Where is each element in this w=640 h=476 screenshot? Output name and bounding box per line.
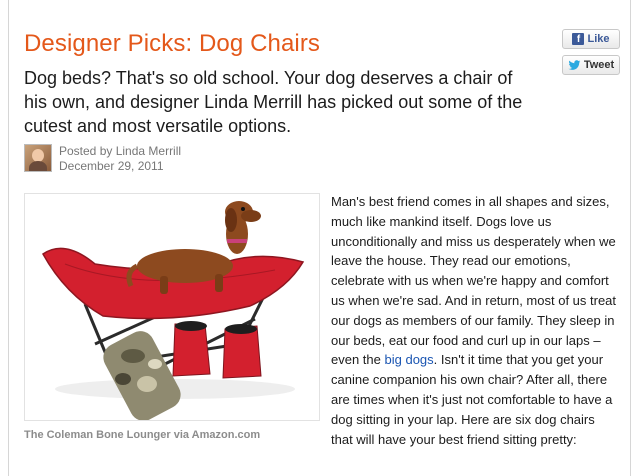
like-label: Like: [587, 33, 610, 45]
byline-author: Posted by Linda Merrill: [59, 144, 182, 158]
article-title: Designer Picks: Dog Chairs: [24, 30, 321, 57]
byline: Posted by Linda Merrill December 29, 201…: [24, 144, 181, 174]
camo-bag: [103, 331, 181, 420]
article-body: Man's best friend comes in all shapes an…: [331, 192, 617, 449]
red-bag-left: [172, 323, 211, 377]
tweet-label: Tweet: [583, 59, 615, 71]
author-avatar[interactable]: [24, 144, 52, 172]
big-dogs-link[interactable]: big dogs: [385, 352, 434, 367]
article-dek: Dog beds? That's so old school. Your dog…: [24, 68, 523, 136]
twitter-bird-icon: [568, 59, 581, 70]
byline-date: December 29, 2011: [59, 159, 164, 173]
facebook-like-button[interactable]: f Like: [562, 29, 620, 49]
social-buttons: f Like Tweet: [562, 29, 620, 81]
dog-chair-illustration: [42, 201, 305, 420]
body-text-part1: Man's best friend comes in all shapes an…: [331, 194, 617, 368]
facebook-icon: f: [572, 33, 585, 45]
tweet-button[interactable]: Tweet: [562, 55, 620, 75]
product-image[interactable]: [24, 193, 320, 421]
image-caption: The Coleman Bone Lounger via Amazon.com: [24, 429, 261, 441]
